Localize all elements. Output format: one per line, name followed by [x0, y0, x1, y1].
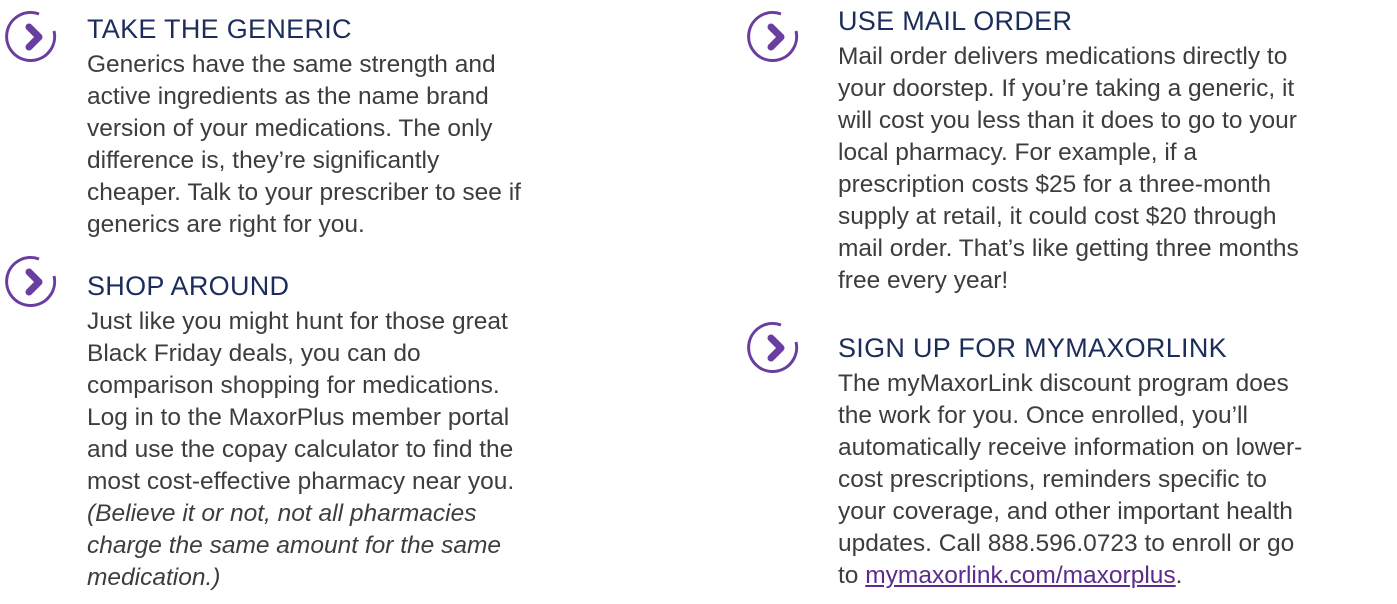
body-line: The myMaxorLink discount program does	[838, 370, 1289, 397]
body-line: your coverage, and other important healt…	[838, 498, 1293, 525]
body-line: updates. Call 888.596.0723 to enroll or …	[838, 530, 1295, 557]
mymaxorlink-link[interactable]: mymaxorlink.com/maxorplus	[865, 562, 1175, 589]
body-line: cost prescriptions, reminders specific t…	[838, 466, 1267, 493]
body-line: generics are right for you.	[87, 211, 365, 238]
body-line: automatically receive information on low…	[838, 434, 1303, 461]
body-line: comparison shopping for medications.	[87, 372, 500, 399]
body-line: local pharmacy. For example, if a	[838, 139, 1198, 166]
body-line: Mail order delivers medications directly…	[838, 43, 1288, 70]
body-line: and use the copay calculator to find the	[87, 436, 514, 463]
section-body: Mail order delivers medications directly…	[838, 41, 1299, 297]
body-line: difference is, they’re significantly	[87, 147, 440, 174]
body-line: supply at retail, it could cost $20 thro…	[838, 203, 1277, 230]
section-heading: SHOP AROUND	[87, 271, 290, 301]
body-line-italic: (Believe it or not, not all pharmacies	[87, 500, 477, 527]
section-sign-up-mymaxorlink: SIGN UP FOR MYMAXORLINK The myMaxorLink …	[738, 318, 1397, 604]
section-shop-around: SHOP AROUND Just like you might hunt for…	[0, 252, 650, 604]
chevron-right-circle-icon	[3, 7, 63, 67]
body-line: the work for you. Once enrolled, you’ll	[838, 402, 1248, 429]
body-line: your doorstep. If you’re taking a generi…	[838, 75, 1295, 102]
link-prefix: to	[838, 562, 866, 589]
body-line: free every year!	[838, 267, 1009, 294]
body-line: Black Friday deals, you can do	[87, 340, 421, 367]
body-line-italic: medication.)	[87, 564, 221, 591]
body-line: mail order. That’s like getting three mo…	[838, 235, 1299, 262]
body-line: prescription costs $25 for a three-month	[838, 171, 1272, 198]
body-line: Just like you might hunt for those great	[87, 308, 508, 335]
body-line: version of your medications. The only	[87, 115, 493, 142]
body-line: cheaper. Talk to your prescriber to see …	[87, 179, 521, 206]
body-line-last: to mymaxorlink.com/maxorplus.	[838, 560, 1302, 592]
chevron-right-circle-icon	[745, 7, 805, 67]
section-take-the-generic: TAKE THE GENERIC Generics have the same …	[0, 0, 650, 270]
body-line: will cost you less than it does to go to…	[838, 107, 1297, 134]
chevron-right-circle-icon	[3, 252, 63, 312]
body-line: active ingredients as the name brand	[87, 83, 489, 110]
body-line: Log in to the MaxorPlus member portal	[87, 404, 510, 431]
body-line-italic: charge the same amount for the same	[87, 532, 501, 559]
section-body: The myMaxorLink discount program does th…	[838, 368, 1302, 592]
body-line: most cost-effective pharmacy near you.	[87, 468, 515, 495]
body-line: Generics have the same strength and	[87, 51, 496, 78]
section-heading: TAKE THE GENERIC	[87, 14, 352, 44]
section-use-mail-order: USE MAIL ORDER Mail order delivers medic…	[738, 0, 1397, 320]
section-heading: USE MAIL ORDER	[838, 6, 1073, 36]
link-suffix: .	[1175, 562, 1183, 589]
section-body: Generics have the same strength and acti…	[87, 49, 521, 241]
section-heading: SIGN UP FOR MYMAXORLINK	[838, 333, 1227, 363]
chevron-right-circle-icon	[745, 318, 805, 378]
section-body: Just like you might hunt for those great…	[87, 306, 514, 594]
